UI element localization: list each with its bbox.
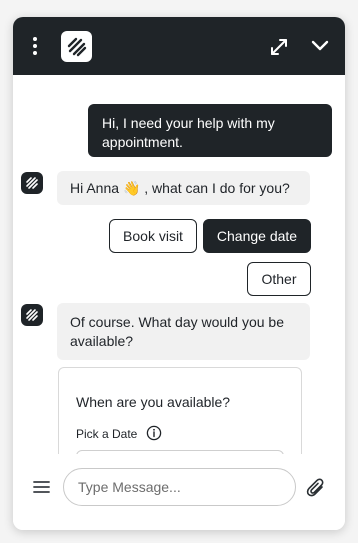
hamburger-menu-icon[interactable] bbox=[33, 480, 50, 494]
info-icon[interactable] bbox=[146, 425, 162, 441]
chevron-down-icon[interactable] bbox=[311, 38, 329, 54]
change-date-button[interactable]: Change date bbox=[203, 219, 311, 253]
message-input[interactable] bbox=[63, 468, 296, 506]
bot-avatar-icon bbox=[21, 172, 43, 194]
bot-message: Of course. What day would you be availab… bbox=[57, 303, 310, 360]
user-message-text: Hi, I need your help with my appointment… bbox=[102, 115, 275, 150]
paperclip-icon[interactable] bbox=[306, 477, 326, 499]
app-logo-icon bbox=[61, 31, 92, 62]
expand-icon[interactable] bbox=[269, 37, 289, 57]
message-composer bbox=[13, 454, 345, 530]
bot-message: Hi Anna 👋 , what can I do for you? bbox=[57, 171, 310, 205]
chat-widget: Hi, I need your help with my appointment… bbox=[13, 17, 345, 530]
book-visit-button[interactable]: Book visit bbox=[109, 219, 197, 253]
user-message: Hi, I need your help with my appointment… bbox=[88, 104, 332, 157]
availability-card-title: When are you available? bbox=[76, 394, 231, 410]
chat-header bbox=[13, 17, 345, 75]
bot-greeting-text: Hi Anna bbox=[70, 180, 123, 196]
bot-question-text: Of course. What day would you be availab… bbox=[70, 314, 284, 349]
other-button[interactable]: Other bbox=[247, 262, 311, 296]
more-vertical-icon[interactable] bbox=[29, 36, 41, 56]
pick-date-label: Pick a Date bbox=[76, 427, 138, 441]
wave-emoji-icon: 👋 bbox=[122, 180, 141, 196]
bot-greeting-question: , what can I do for you? bbox=[140, 180, 290, 196]
bot-avatar-icon bbox=[21, 304, 43, 326]
